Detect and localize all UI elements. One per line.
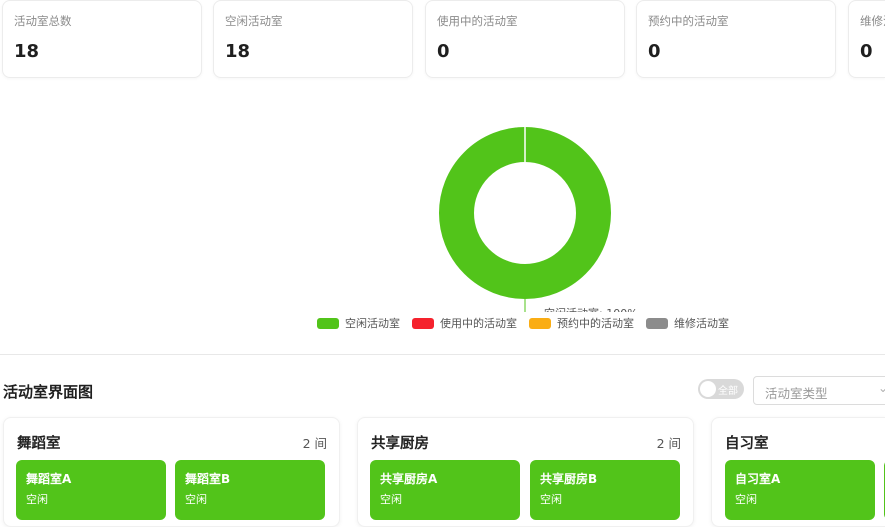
room-card[interactable]: 共享厨房B 空闲 — [530, 460, 680, 520]
stat-label: 使用中的活动室 — [437, 14, 518, 28]
donut-slice[interactable] — [439, 127, 611, 299]
stats-row: 活动室总数 18 空闲活动室 18 使用中的活动室 0 预约中的活动室 0 维修… — [0, 0, 885, 80]
room-card[interactable]: 共享厨房A 空闲 — [370, 460, 520, 520]
room-name: 共享厨房A — [380, 472, 438, 486]
room-name: 自习室A — [735, 472, 781, 486]
category-card-dance: 舞蹈室 2 间 舞蹈室A 空闲 舞蹈室B 空闲 — [3, 417, 340, 527]
stat-label: 维修活动室 — [860, 14, 885, 28]
room-name: 共享厨房B — [540, 472, 598, 486]
category-count: 2 间 — [302, 436, 327, 451]
stat-value: 0 — [648, 41, 661, 62]
stat-label: 空闲活动室 — [225, 14, 283, 28]
chart-legend: 空闲活动室 使用中的活动室 预约中的活动室 维修活动室 — [317, 315, 741, 331]
label-leader-line — [524, 299, 526, 312]
room-type-select[interactable]: 活动室类型 ⌄ — [753, 376, 885, 405]
legend-swatch — [646, 317, 668, 329]
room-status: 空闲 — [540, 493, 562, 506]
divider — [0, 354, 885, 355]
legend-item-reserved[interactable]: 预约中的活动室 — [529, 315, 634, 331]
chevron-down-icon: ⌄ — [878, 381, 885, 395]
legend-item-free[interactable]: 空闲活动室 — [317, 315, 400, 331]
room-name: 舞蹈室A — [26, 472, 72, 486]
legend-item-maintenance[interactable]: 维修活动室 — [646, 315, 729, 331]
category-name: 舞蹈室 — [17, 436, 61, 452]
room-status: 空闲 — [26, 493, 48, 506]
stat-card-total: 活动室总数 18 — [2, 0, 202, 78]
category-card-study: 自习室 自习室A 空闲 — [711, 417, 885, 527]
room-status: 空闲 — [380, 493, 402, 506]
legend-label: 使用中的活动室 — [440, 317, 517, 330]
stat-card-free: 空闲活动室 18 — [213, 0, 413, 78]
stat-card-maintenance: 维修活动室 0 — [848, 0, 885, 78]
toggle-label: 全部 — [718, 386, 738, 397]
stat-value: 18 — [225, 41, 251, 62]
stat-label: 活动室总数 — [14, 14, 72, 28]
category-name: 共享厨房 — [371, 436, 429, 452]
legend-item-in-use[interactable]: 使用中的活动室 — [412, 315, 517, 331]
room-card[interactable]: 舞蹈室A 空闲 — [16, 460, 166, 520]
category-count: 2 间 — [656, 436, 681, 451]
legend-label: 空闲活动室 — [345, 317, 400, 330]
stat-value: 18 — [14, 41, 40, 62]
room-name: 舞蹈室B — [185, 472, 231, 486]
stat-value: 0 — [860, 41, 873, 62]
donut-svg: 空闲活动室: 100% — [439, 127, 638, 312]
stat-card-reserved: 预约中的活动室 0 — [636, 0, 836, 78]
room-card[interactable]: 自习室A 空闲 — [725, 460, 875, 520]
stat-card-in-use: 使用中的活动室 0 — [425, 0, 625, 78]
toggle-knob — [700, 381, 716, 397]
stat-label: 预约中的活动室 — [648, 14, 729, 28]
legend-label: 预约中的活动室 — [557, 317, 634, 330]
stat-value: 0 — [437, 41, 450, 62]
category-name: 自习室 — [725, 436, 769, 452]
legend-swatch — [317, 317, 339, 329]
section-title: 活动室界面图 — [3, 383, 94, 401]
slice-label: 空闲活动室: 100% — [544, 306, 638, 312]
legend-swatch — [412, 317, 434, 329]
room-status: 空闲 — [735, 493, 757, 506]
legend-swatch — [529, 317, 551, 329]
all-toggle[interactable]: 全部 — [698, 379, 744, 399]
select-placeholder: 活动室类型 — [765, 386, 828, 401]
status-donut-chart: 空闲活动室: 100% — [0, 112, 885, 342]
room-status: 空闲 — [185, 493, 207, 506]
category-card-kitchen: 共享厨房 2 间 共享厨房A 空闲 共享厨房B 空闲 — [357, 417, 694, 527]
room-card[interactable]: 舞蹈室B 空闲 — [175, 460, 325, 520]
legend-label: 维修活动室 — [674, 317, 729, 330]
